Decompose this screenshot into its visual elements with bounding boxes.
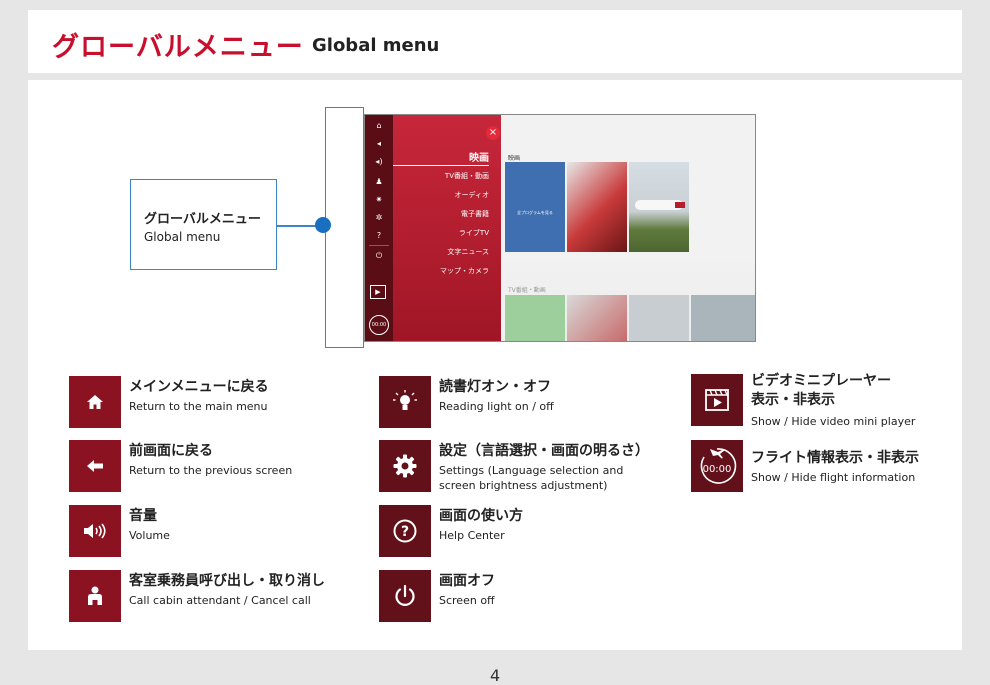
page-title-en: Global menu	[312, 35, 440, 56]
tile-movie-3[interactable]	[629, 162, 689, 252]
settings-gear-icon[interactable]: ✲	[365, 213, 393, 223]
content-panel: ⌂ ◂ ◂) ♟ ✷ ✲ ? ⏻ ▶ 00:00 映画 TV番組・動画 オーディ…	[28, 80, 962, 650]
back-arrow-icon[interactable]: ◂	[365, 139, 393, 149]
menu-item-live-tv[interactable]: ライブTV	[459, 228, 489, 238]
reading-light-icon[interactable]: ✷	[365, 195, 393, 205]
attendant-icon[interactable]: ♟	[365, 177, 393, 187]
tile-tv-1[interactable]	[505, 295, 565, 341]
section-title-tv: TV番組・動画	[508, 287, 546, 294]
page-header: グローバルメニュー Global menu	[28, 10, 962, 73]
home-icon[interactable]: ⌂	[365, 121, 393, 131]
menu-item-news[interactable]: 文字ニュース	[447, 247, 489, 257]
volume-icon	[69, 505, 121, 557]
reading-light-icon	[379, 376, 431, 428]
power-icon[interactable]: ⏻	[365, 251, 393, 261]
global-menu-screen-mockup: ⌂ ◂ ◂) ♟ ✷ ✲ ? ⏻ ▶ 00:00 映画 TV番組・動画 オーディ…	[364, 114, 756, 342]
svg-text:?: ?	[401, 524, 409, 540]
callout-box: グローバルメニュー Global menu	[130, 179, 277, 270]
attendant-icon	[69, 570, 121, 622]
power-icon	[379, 570, 431, 622]
flight-info-icon[interactable]: 00:00	[369, 315, 389, 335]
help-icon: ?	[379, 505, 431, 557]
volume-icon[interactable]: ◂)	[365, 157, 393, 167]
tile-tv-2[interactable]	[567, 295, 627, 341]
menu-item-movies[interactable]: 映画	[469, 149, 489, 164]
callout-title-en: Global menu	[144, 230, 221, 244]
flight-info-icon: 00:00	[691, 440, 743, 492]
settings-gear-icon	[379, 440, 431, 492]
tile-tv-4[interactable]	[691, 295, 755, 341]
home-icon	[69, 376, 121, 428]
video-player-icon[interactable]: ▶	[370, 285, 386, 299]
callout-title-jp: グローバルメニュー	[144, 212, 261, 227]
menu-item-audio[interactable]: オーディオ	[454, 190, 489, 200]
sidebar-divider	[369, 245, 389, 246]
menu-item-tv[interactable]: TV番組・動画	[445, 171, 489, 181]
close-icon[interactable]: ×	[486, 126, 500, 140]
back-arrow-icon	[69, 440, 121, 492]
menu-selected-underline	[393, 165, 489, 166]
tile-tv-3[interactable]	[629, 295, 689, 341]
svg-text:00:00: 00:00	[703, 464, 732, 475]
global-menu-sidebar: ⌂ ◂ ◂) ♟ ✷ ✲ ? ⏻ ▶ 00:00	[365, 115, 393, 341]
section-title-movies: 映画	[508, 155, 521, 162]
page-number: 4	[490, 666, 501, 685]
menu-item-ebooks[interactable]: 電子書籍	[461, 209, 489, 219]
global-menu-list: 映画 TV番組・動画 オーディオ 電子書籍 ライブTV 文字ニュース マップ・カ…	[393, 115, 501, 341]
help-icon[interactable]: ?	[365, 231, 393, 241]
menu-item-map-camera[interactable]: マップ・カメラ	[440, 266, 489, 276]
sidebar-highlight-frame	[325, 107, 364, 348]
tile-movie-2[interactable]	[567, 162, 627, 252]
callout-dot	[315, 217, 331, 233]
tile-all-programs[interactable]: 全プログラムを見る	[505, 162, 565, 252]
page-title-jp: グローバルメニュー	[52, 32, 304, 63]
video-player-icon	[691, 374, 743, 426]
